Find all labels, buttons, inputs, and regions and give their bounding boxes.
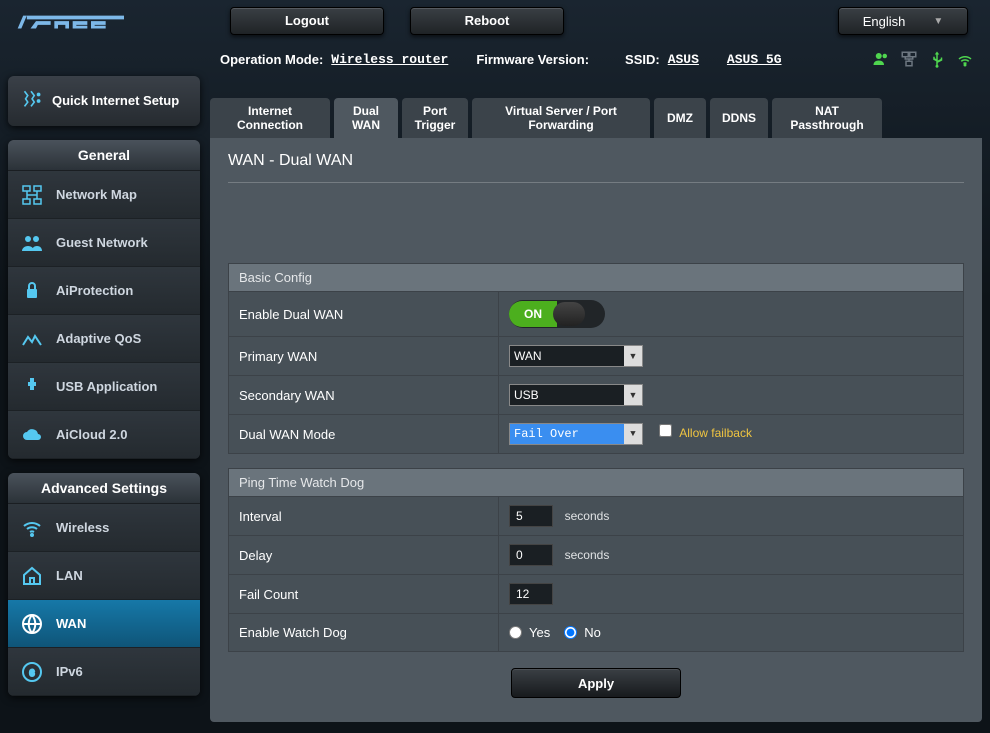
network-icon[interactable] [900, 50, 918, 68]
ssid-value-2[interactable]: ASUS_5G [727, 52, 782, 67]
sidebar-item-lan[interactable]: LAN [8, 552, 200, 600]
qis-label: Quick Internet Setup [52, 93, 179, 109]
usb-icon[interactable] [928, 50, 946, 68]
delay-label: Delay [229, 536, 499, 575]
ping-watchdog-heading: Ping Time Watch Dog [228, 468, 964, 496]
allow-failback-checkbox[interactable] [659, 424, 672, 437]
allow-failback-label: Allow failback [679, 426, 752, 440]
chevron-down-icon: ▼ [624, 424, 642, 444]
sidebar-item-wan[interactable]: WAN [8, 600, 200, 648]
sidebar-item-label: Wireless [56, 520, 109, 535]
fw-label: Firmware Version: [476, 52, 589, 67]
fail-count-input[interactable] [509, 583, 553, 605]
sidebar-item-guest-network[interactable]: Guest Network [8, 219, 200, 267]
dual-wan-mode-value: Fail Over [514, 427, 579, 441]
language-label: English [863, 14, 906, 29]
sidebar-item-network-map[interactable]: Network Map [8, 171, 200, 219]
chevron-down-icon: ▼ [624, 385, 642, 405]
sidebar-item-wireless[interactable]: Wireless [8, 504, 200, 552]
users-icon[interactable] [872, 50, 890, 68]
sidebar-item-ipv6[interactable]: 6 IPv6 [8, 648, 200, 696]
ssid-value-1[interactable]: ASUS [668, 52, 699, 67]
sidebar-item-label: WAN [56, 616, 86, 631]
svg-text:6: 6 [29, 668, 34, 678]
tab-dmz[interactable]: DMZ [654, 98, 706, 138]
enable-dual-wan-toggle[interactable]: ON [509, 300, 605, 328]
tab-ddns[interactable]: DDNS [710, 98, 768, 138]
enable-watchdog-no-radio[interactable] [564, 626, 577, 639]
chevron-down-icon: ▼ [624, 346, 642, 366]
sidebar-item-label: LAN [56, 568, 83, 583]
sidebar-item-label: AiCloud 2.0 [56, 427, 128, 442]
primary-wan-value: WAN [514, 349, 542, 363]
enable-watchdog-yes-radio[interactable] [509, 626, 522, 639]
sidebar-item-usb-application[interactable]: USB Application [8, 363, 200, 411]
status-bar: Operation Mode: Wireless router Firmware… [0, 42, 990, 76]
sidebar-item-label: USB Application [56, 379, 157, 394]
chevron-down-icon: ▼ [933, 16, 943, 27]
language-dropdown[interactable]: English ▼ [838, 7, 968, 35]
general-heading: General [8, 140, 200, 171]
enable-dual-wan-label: Enable Dual WAN [229, 292, 499, 337]
reboot-button[interactable]: Reboot [410, 7, 564, 35]
page-title: WAN - Dual WAN [228, 152, 964, 183]
tab-nat-passthrough[interactable]: NAT Passthrough [772, 98, 882, 138]
no-label: No [584, 625, 601, 640]
tab-port-trigger[interactable]: Port Trigger [402, 98, 468, 138]
tab-internet-connection[interactable]: Internet Connection [210, 98, 330, 138]
interval-unit: seconds [565, 509, 610, 523]
logout-button[interactable]: Logout [230, 7, 384, 35]
primary-wan-select[interactable]: WAN ▼ [509, 345, 643, 367]
apply-button[interactable]: Apply [511, 668, 681, 698]
sidebar-item-label: Network Map [56, 187, 137, 202]
secondary-wan-select[interactable]: USB ▼ [509, 384, 643, 406]
sidebar-item-adaptive-qos[interactable]: Adaptive QoS [8, 315, 200, 363]
sidebar-item-aiprotection[interactable]: AiProtection [8, 267, 200, 315]
delay-input[interactable] [509, 544, 553, 566]
sidebar-item-aicloud[interactable]: AiCloud 2.0 [8, 411, 200, 459]
opmode-value[interactable]: Wireless router [331, 52, 448, 67]
sidebar-item-label: Guest Network [56, 235, 148, 250]
dual-wan-mode-select[interactable]: Fail Over ▼ [509, 423, 643, 445]
asus-logo [8, 4, 208, 39]
sidebar-item-label: IPv6 [56, 664, 83, 679]
opmode-label: Operation Mode: [220, 52, 323, 67]
yes-label: Yes [529, 625, 550, 640]
enable-watchdog-label: Enable Watch Dog [229, 614, 499, 652]
sidebar-item-label: Adaptive QoS [56, 331, 141, 346]
secondary-wan-value: USB [514, 388, 539, 402]
sidebar-item-label: AiProtection [56, 283, 133, 298]
delay-unit: seconds [565, 548, 610, 562]
quick-internet-setup-button[interactable]: Quick Internet Setup [8, 76, 200, 126]
primary-wan-label: Primary WAN [229, 337, 499, 376]
wifi-icon[interactable] [956, 50, 974, 68]
basic-config-heading: Basic Config [228, 263, 964, 291]
advanced-heading: Advanced Settings [8, 473, 200, 504]
fail-count-label: Fail Count [229, 575, 499, 614]
toggle-knob [553, 302, 585, 326]
dual-wan-mode-label: Dual WAN Mode [229, 415, 499, 454]
toggle-on-label: ON [509, 301, 557, 327]
secondary-wan-label: Secondary WAN [229, 376, 499, 415]
ssid-label: SSID: [625, 52, 660, 67]
tab-dual-wan[interactable]: Dual WAN [334, 98, 398, 138]
interval-input[interactable] [509, 505, 553, 527]
tab-virtual-server[interactable]: Virtual Server / Port Forwarding [472, 98, 650, 138]
interval-label: Interval [229, 497, 499, 536]
